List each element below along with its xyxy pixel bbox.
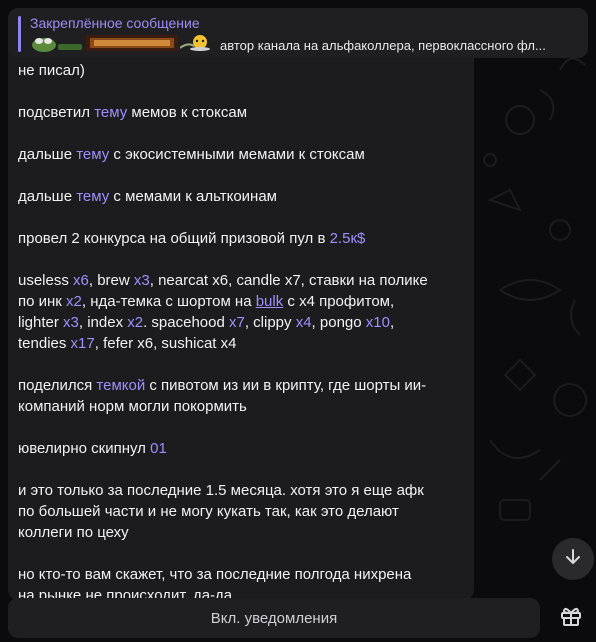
message-text-span: с x4 профитом, bbox=[283, 293, 395, 310]
pinned-preview-text: автор канала на альфаколлера, первокласс… bbox=[220, 38, 546, 53]
message-text-span: , pongo bbox=[311, 314, 366, 331]
message-text-span: но кто-то вам скажет, что за последние п… bbox=[18, 566, 412, 583]
message-link[interactable]: темкой bbox=[96, 377, 145, 394]
message-text-span: и это только за последние 1.5 месяца. хо… bbox=[18, 482, 424, 499]
message-paragraph-gap bbox=[18, 417, 462, 438]
message-text-span: дальше bbox=[18, 146, 77, 163]
message-text-span: мемов к стоксам bbox=[127, 104, 248, 121]
pinned-accent-bar bbox=[18, 16, 21, 52]
message-link[interactable]: x10 bbox=[366, 314, 390, 331]
message-text-span: поделился bbox=[18, 377, 97, 394]
message-line: подсветил тему мемов к стоксам bbox=[18, 102, 462, 123]
message-link[interactable]: x6 bbox=[73, 272, 89, 289]
gift-button[interactable] bbox=[550, 598, 592, 638]
gift-icon bbox=[559, 604, 583, 633]
message-paragraph-gap bbox=[18, 165, 462, 186]
message-text-span: компаний норм могли покормить bbox=[18, 398, 247, 415]
message-link[interactable]: x2 bbox=[127, 314, 143, 331]
message-paragraph-gap bbox=[18, 543, 462, 564]
message-text-span: lighter bbox=[18, 314, 64, 331]
message-text-span: коллеги по цеху bbox=[18, 524, 129, 541]
message-underlined-link[interactable]: bulk bbox=[256, 293, 284, 310]
message-line: дальше тему с экосистемными мемами к сто… bbox=[18, 144, 462, 165]
message-text-span: , clippy bbox=[244, 314, 296, 331]
message-line: lighter x3, index x2. spacehood x7, clip… bbox=[18, 312, 462, 333]
message-line: tendies x17, fefer x6, sushicat x4 bbox=[18, 333, 462, 354]
message-text-span: с мемами к альткоинам bbox=[109, 188, 277, 205]
scroll-down-button[interactable] bbox=[552, 538, 594, 580]
message-line: по большей части и не могу кукать так, к… bbox=[18, 501, 462, 522]
enable-notifications-button[interactable]: Вкл. уведомления bbox=[8, 598, 540, 638]
message-line: useless x6, brew x3, nearcat x6, candle … bbox=[18, 270, 462, 291]
message-link[interactable]: 01 bbox=[150, 440, 167, 457]
message-line: провел 2 конкурса на общий призовой пул … bbox=[18, 228, 462, 249]
pinned-title: Закреплённое сообщение bbox=[30, 15, 200, 31]
message-line: ювелирно скипнул 01 bbox=[18, 438, 462, 459]
pinned-message[interactable]: Закреплённое сообщение автор канала на а… bbox=[8, 8, 588, 58]
message-text-span: , nearcat x6, candle x7, ставки на полик… bbox=[149, 272, 428, 289]
message-line: по инк x2, нда-темка с шортом на bulk с … bbox=[18, 291, 462, 312]
message-text-span: не писал) bbox=[18, 62, 85, 79]
pepe-sticker-icon bbox=[30, 34, 84, 57]
message-text-span: по инк bbox=[18, 293, 67, 310]
message-link[interactable]: тему bbox=[94, 104, 127, 121]
message-text-span: , index bbox=[78, 314, 128, 331]
message-text-span: , нда-темка с шортом на bbox=[81, 293, 256, 310]
message-text-span: useless bbox=[18, 272, 74, 289]
chevron-down-icon bbox=[563, 547, 583, 572]
message-bubble[interactable]: не писал) подсветил тему мемов к стоксам… bbox=[8, 50, 474, 600]
message-paragraph-gap bbox=[18, 81, 462, 102]
message-text-span: tendies bbox=[18, 335, 71, 352]
message-link[interactable]: 2.5к$ bbox=[330, 230, 366, 247]
message-line: но кто-то вам скажет, что за последние п… bbox=[18, 564, 462, 585]
message-text-span: с пивотом из ии в крипту, где шорты ии- bbox=[145, 377, 427, 394]
message-line: не писал) bbox=[18, 60, 462, 81]
message-text-span: . spacehood bbox=[143, 314, 229, 331]
message-line: поделился темкой с пивотом из ии в крипт… bbox=[18, 375, 462, 396]
message-link[interactable]: x3 bbox=[63, 314, 79, 331]
message-text-span: с экосистемными мемами к стоксам bbox=[109, 146, 365, 163]
message-paragraph-gap bbox=[18, 123, 462, 144]
message-line: компаний норм могли покормить bbox=[18, 396, 462, 417]
message-text-span: , fefer x6, sushicat x4 bbox=[94, 335, 237, 352]
message-text-span: подсветил bbox=[18, 104, 95, 121]
message-line: коллеги по цеху bbox=[18, 522, 462, 543]
message-link[interactable]: x17 bbox=[71, 335, 95, 352]
message-line: дальше тему с мемами к альткоинам bbox=[18, 186, 462, 207]
message-line: и это только за последние 1.5 месяца. хо… bbox=[18, 480, 462, 501]
message-text-span: ювелирно скипнул bbox=[18, 440, 151, 457]
message-link[interactable]: тему bbox=[76, 146, 109, 163]
message-text-span: провел 2 конкурса на общий призовой пул … bbox=[18, 230, 330, 247]
message-link[interactable]: x3 bbox=[134, 272, 150, 289]
message-link[interactable]: тему bbox=[76, 188, 109, 205]
message-text-span: , bbox=[389, 314, 395, 331]
smiley-sticker-icon bbox=[179, 34, 212, 57]
message-text: не писал) подсветил тему мемов к стоксам… bbox=[18, 60, 462, 600]
message-text-span: дальше bbox=[18, 188, 77, 205]
message-link[interactable]: x7 bbox=[229, 314, 245, 331]
message-paragraph-gap bbox=[18, 354, 462, 375]
pixel-logo-sticker-icon bbox=[86, 34, 178, 57]
message-paragraph-gap bbox=[18, 207, 462, 228]
message-paragraph-gap bbox=[18, 459, 462, 480]
message-text-span: по большей части и не могу кукать так, к… bbox=[18, 503, 399, 520]
message-text-span: , brew bbox=[88, 272, 134, 289]
bottom-bar: Вкл. уведомления bbox=[0, 596, 596, 642]
message-link[interactable]: x4 bbox=[296, 314, 312, 331]
message-link[interactable]: x2 bbox=[66, 293, 82, 310]
message-paragraph-gap bbox=[18, 249, 462, 270]
